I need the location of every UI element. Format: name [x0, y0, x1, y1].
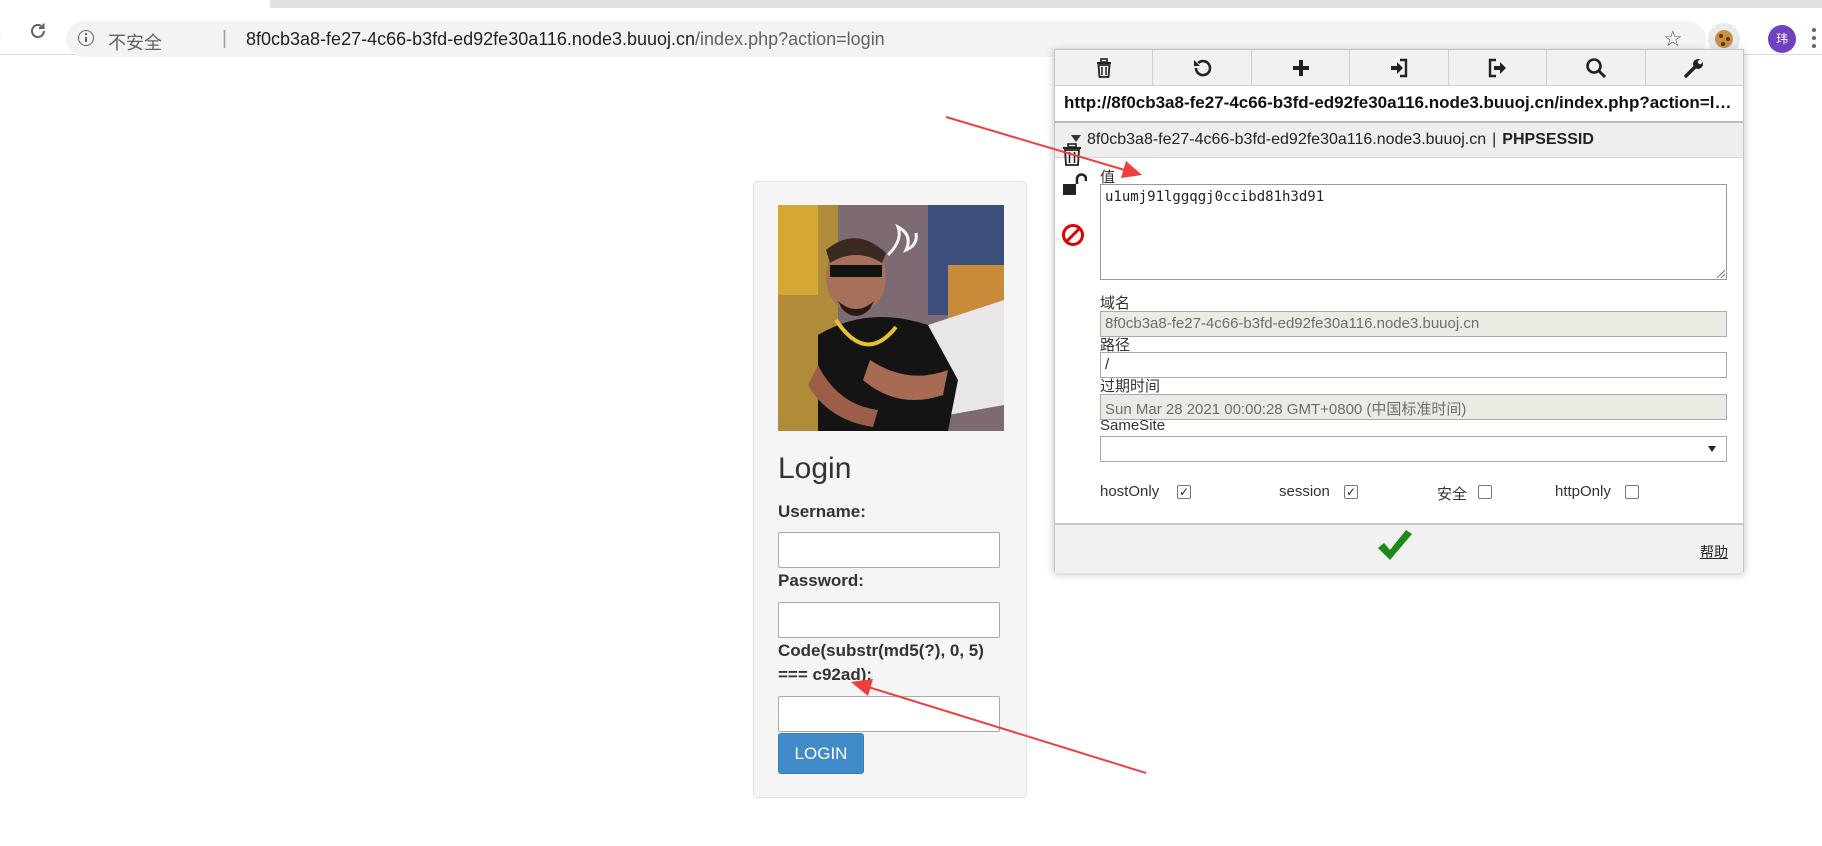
httponly-checkbox[interactable]	[1625, 485, 1639, 499]
unlock-icon[interactable]	[1061, 173, 1088, 202]
path-input[interactable]: /	[1100, 352, 1727, 378]
browser-toolbar: › 不安全 | 8f0cb3a8-fe27-4c66-b3fd-ed92fe30…	[0, 8, 1822, 57]
secure-checkbox[interactable]	[1478, 485, 1492, 499]
hostonly-checkbox[interactable]: ✓	[1177, 485, 1191, 499]
forward-icon[interactable]: ›	[0, 22, 1, 44]
search-icon[interactable]	[1547, 50, 1646, 85]
export-icon[interactable]	[1449, 50, 1548, 85]
cookie-editor-toolbar	[1055, 50, 1743, 86]
avatar[interactable]: 玮	[1768, 25, 1796, 53]
cookie-value-textarea[interactable]: u1umj91lggqgj0ccibd81h3d91	[1100, 184, 1727, 280]
wrench-icon[interactable]	[1646, 50, 1743, 85]
domain-input[interactable]: 8f0cb3a8-fe27-4c66-b3fd-ed92fe30a116.nod…	[1100, 311, 1727, 337]
url-host: 8f0cb3a8-fe27-4c66-b3fd-ed92fe30a116.nod…	[246, 29, 696, 49]
username-label: Username:	[778, 502, 866, 521]
resize-grip-icon[interactable]	[1717, 270, 1725, 278]
session-label: session	[1279, 483, 1330, 500]
code-label-line2: === c92ad):	[778, 665, 873, 684]
login-panel: Login Username: Password: Code(substr(md…	[753, 181, 1027, 798]
samesite-select[interactable]	[1100, 436, 1727, 462]
samesite-label: SameSite	[1100, 417, 1166, 434]
import-icon[interactable]	[1350, 50, 1449, 85]
collapse-arrow-icon[interactable]	[1071, 135, 1081, 142]
httponly-label: httpOnly	[1555, 483, 1611, 500]
url-path: /index.php?action=login	[695, 29, 885, 49]
cookie-editor-footer: 帮助	[1055, 523, 1743, 573]
plus-icon[interactable]	[1252, 50, 1351, 85]
tab-strip	[0, 0, 1822, 8]
login-title: Login	[778, 452, 852, 485]
password-label: Password:	[778, 571, 864, 590]
url-separator: |	[222, 28, 227, 49]
tab-strip-active-area	[0, 0, 270, 8]
url-text[interactable]: 8f0cb3a8-fe27-4c66-b3fd-ed92fe30a116.nod…	[246, 29, 885, 50]
cookie-header-text: 8f0cb3a8-fe27-4c66-b3fd-ed92fe30a116.nod…	[1087, 131, 1594, 149]
delete-cookie-icon[interactable]	[1061, 143, 1083, 172]
menu-icon[interactable]	[1812, 28, 1816, 50]
cookie-editor-url: http://8f0cb3a8-fe27-4c66-b3fd-ed92fe30a…	[1064, 93, 1734, 112]
login-button[interactable]: LOGIN	[778, 733, 864, 774]
save-check-icon[interactable]	[1375, 529, 1415, 570]
block-icon[interactable]	[1061, 223, 1085, 252]
code-label-line1: Code(substr(md5(?), 0, 5)	[778, 641, 984, 660]
insecure-label[interactable]: 不安全	[108, 29, 162, 55]
help-link[interactable]: 帮助	[1700, 542, 1728, 562]
code-input[interactable]	[778, 696, 1000, 732]
trash-icon[interactable]	[1055, 50, 1154, 85]
expires-input[interactable]: Sun Mar 28 2021 00:00:28 GMT+0800 (中国标准时…	[1100, 394, 1727, 420]
username-input[interactable]	[778, 532, 1000, 568]
password-input[interactable]	[778, 602, 1000, 638]
cookie-header-separator: |	[1492, 131, 1497, 148]
reload-icon[interactable]	[28, 21, 48, 45]
domain-label: 域名	[1100, 295, 1131, 312]
info-icon[interactable]	[78, 30, 94, 46]
profile-image	[778, 205, 1004, 431]
cookie-value-text: u1umj91lggqgj0ccibd81h3d91	[1105, 189, 1325, 205]
cookie-header[interactable]: 8f0cb3a8-fe27-4c66-b3fd-ed92fe30a116.nod…	[1055, 123, 1743, 158]
hostonly-label: hostOnly	[1100, 483, 1160, 500]
cookie-name: PHPSESSID	[1502, 131, 1594, 148]
cookie-chip	[1721, 42, 1725, 46]
expires-label: 过期时间	[1100, 378, 1161, 395]
undo-icon[interactable]	[1153, 50, 1252, 85]
secure-label: 安全	[1437, 486, 1468, 503]
cookie-domain: 8f0cb3a8-fe27-4c66-b3fd-ed92fe30a116.nod…	[1087, 131, 1487, 148]
dropdown-arrow-icon	[1708, 446, 1716, 452]
cookie-editor-popup: http://8f0cb3a8-fe27-4c66-b3fd-ed92fe30a…	[1054, 49, 1744, 573]
cookie-chip	[1719, 34, 1723, 38]
cookie-chip	[1726, 37, 1730, 41]
session-checkbox[interactable]: ✓	[1344, 485, 1358, 499]
